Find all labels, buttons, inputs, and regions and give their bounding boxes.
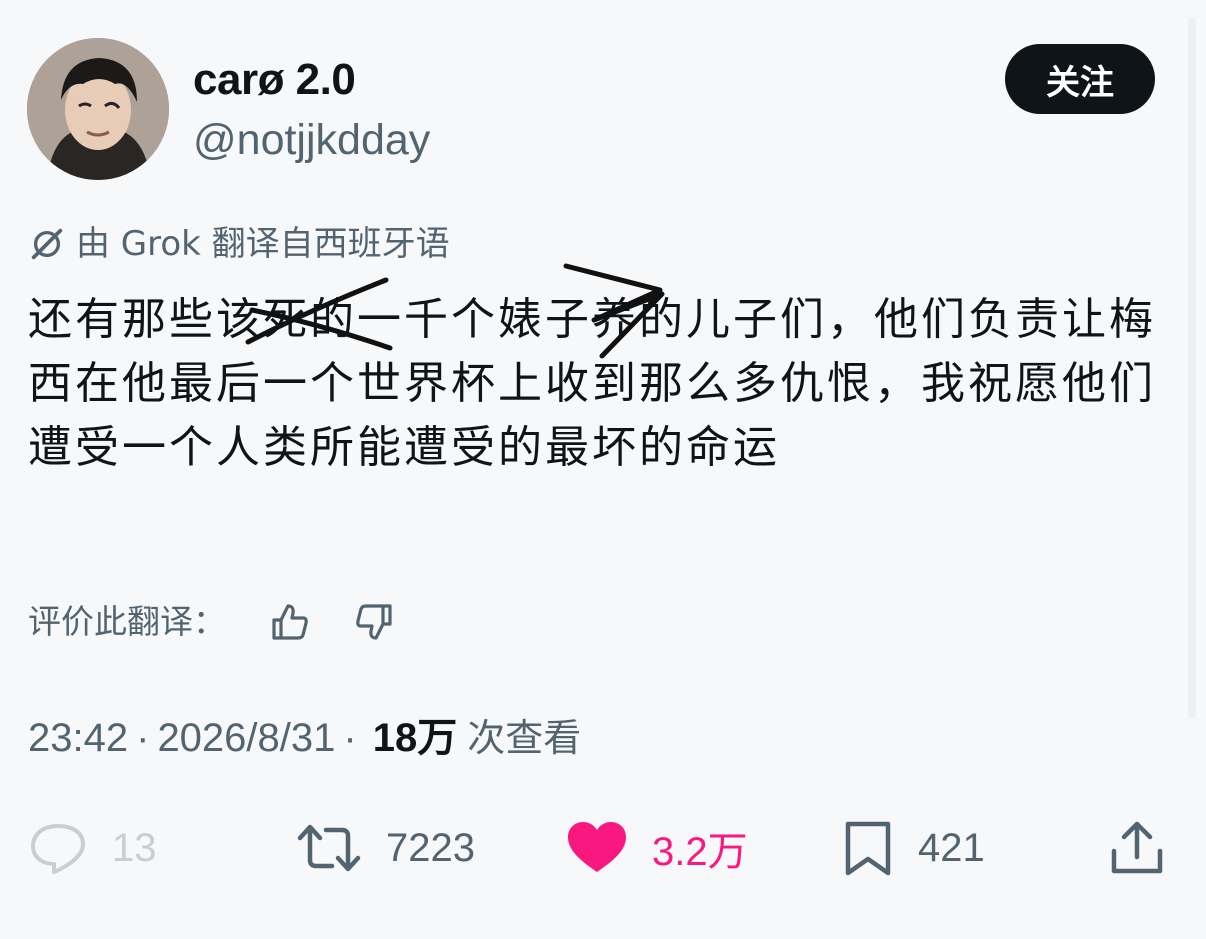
retweet-button[interactable]: 7223: [296, 808, 475, 888]
reply-count: 13: [112, 825, 157, 870]
avatar-image: [27, 38, 169, 180]
translation-note-text: 由 Grok 翻译自西班牙语: [76, 224, 450, 264]
meta-separator: ·: [136, 716, 150, 760]
thumbs-down-icon: [356, 604, 392, 640]
thumbs-up-button[interactable]: [266, 598, 314, 646]
scrollbar[interactable]: [1188, 18, 1196, 718]
action-bar: 13 7223 3.2万 421: [0, 808, 1206, 888]
follow-button[interactable]: 关注: [1005, 44, 1155, 114]
avatar[interactable]: [27, 38, 169, 180]
grok-icon: [31, 228, 63, 260]
reply-icon: [31, 824, 85, 874]
tweet-text: 还有那些该死的一千个婊子养的儿子们，他们负责让梅西在他最后一个世界杯上收到那么多…: [28, 294, 1156, 473]
bookmark-icon: [845, 821, 891, 876]
rate-translation-row: 评价此翻译：: [28, 598, 398, 646]
views-label: 次查看: [467, 716, 582, 760]
display-name[interactable]: carø 2.0: [193, 56, 356, 104]
reply-button[interactable]: 13: [28, 808, 157, 888]
tweet-time[interactable]: 23:42: [28, 712, 128, 764]
tweet-date[interactable]: 2026/8/31: [157, 712, 335, 764]
meta-separator: ·: [343, 716, 357, 760]
tweet-meta: 23:42 · 2026/8/31 · 18万 次查看: [28, 712, 581, 764]
retweet-count: 7223: [386, 825, 475, 870]
thumbs-up-icon: [272, 604, 308, 640]
retweet-icon: [297, 824, 361, 872]
tweet-detail-page: carø 2.0 @notjjkdday 关注 由 Grok 翻译自西班牙语 还…: [0, 0, 1206, 939]
like-button[interactable]: 3.2万: [566, 808, 748, 888]
heart-icon: [568, 822, 626, 872]
thumbs-down-button[interactable]: [350, 598, 398, 646]
views-count[interactable]: 18万: [373, 712, 458, 764]
handle[interactable]: @notjjkdday: [193, 116, 430, 164]
translation-note: 由 Grok 翻译自西班牙语: [28, 222, 450, 266]
rate-translation-label: 评价此翻译：: [28, 602, 226, 641]
like-count: 3.2万: [652, 830, 748, 874]
share-icon: [1111, 821, 1163, 874]
bookmark-button[interactable]: 421: [842, 808, 985, 888]
bookmark-count: 421: [918, 825, 985, 870]
share-button[interactable]: [1108, 808, 1166, 888]
